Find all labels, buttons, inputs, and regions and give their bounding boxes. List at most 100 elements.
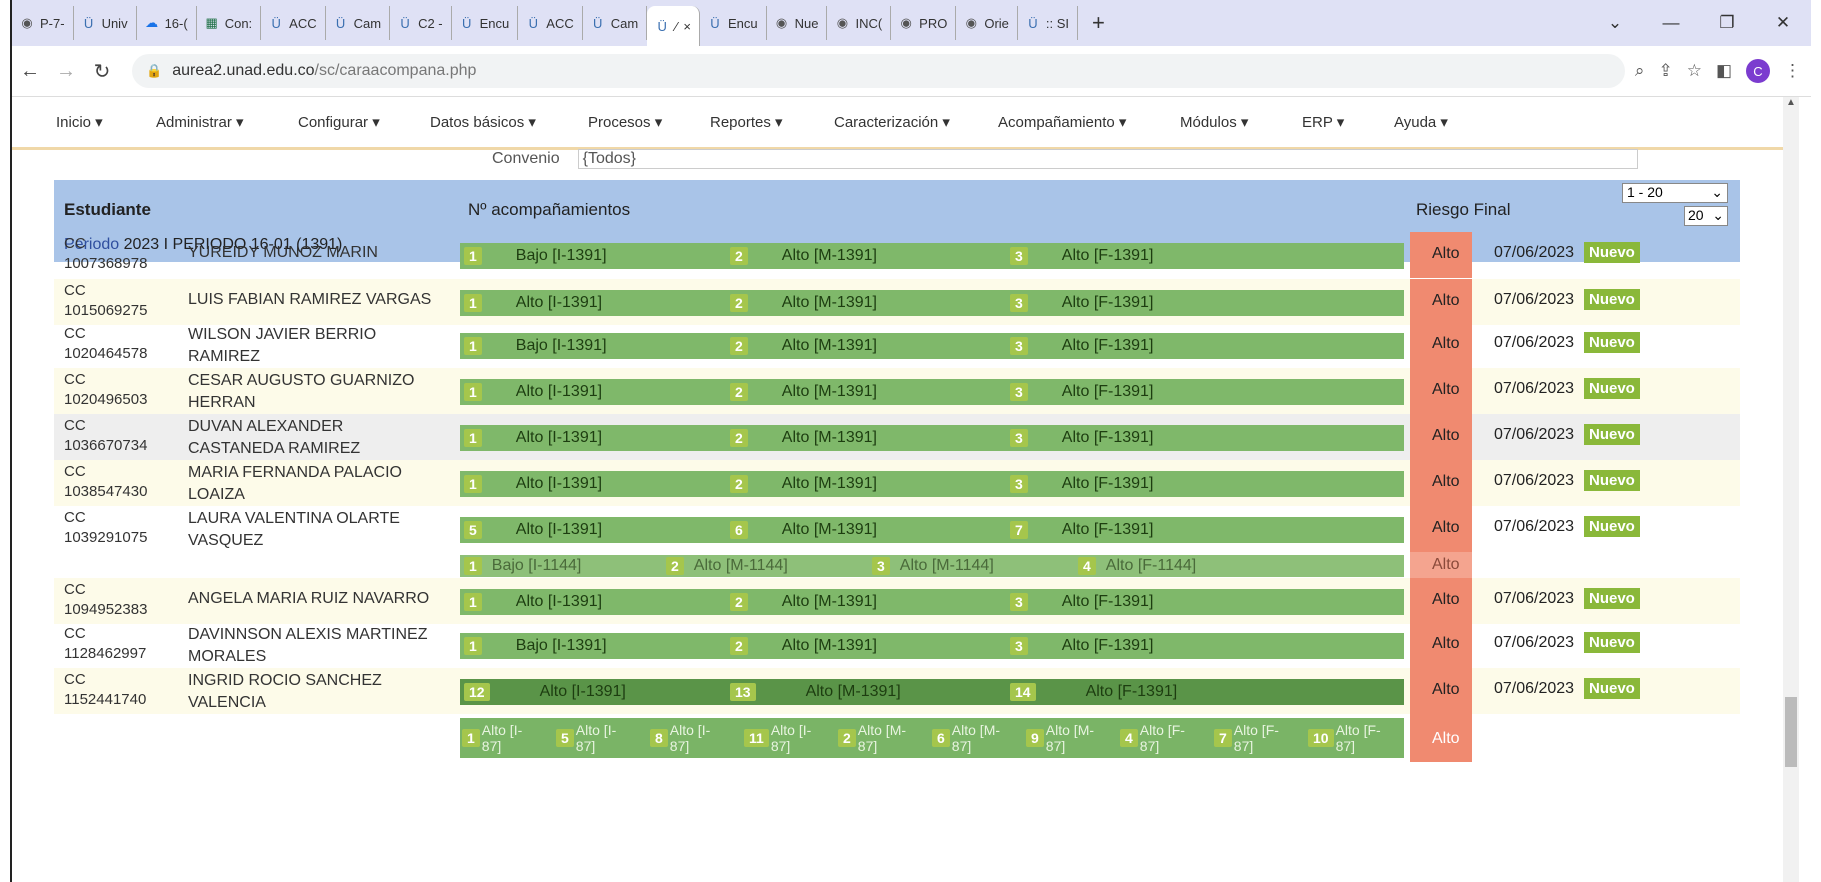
page-range-select[interactable]: 1 - 20 ⌄	[1622, 183, 1728, 203]
student-name[interactable]: DUVAN ALEXANDER CASTANEDA RAMIREZ	[188, 416, 360, 460]
acompanamiento-segment[interactable]: 5 Alto [I-1391]	[464, 521, 602, 539]
student-name[interactable]: INGRID ROCIO SANCHEZ VALENCIA	[188, 670, 382, 714]
acompanamiento-segment[interactable]: 12 Alto [I-1391]	[464, 683, 626, 701]
nuevo-badge[interactable]: Nuevo	[1584, 378, 1640, 399]
acompanamiento-segment[interactable]: 3 Alto [F-1391]	[1010, 429, 1153, 447]
acompanamiento-segment[interactable]: 2 Alto [M-1391]	[730, 593, 877, 611]
url-field[interactable]: 🔒 aurea2.unad.edu.co/sc/caraacompana.php	[132, 54, 1625, 88]
minimize-icon[interactable]: —	[1643, 13, 1699, 33]
acompanamiento-segment[interactable]: 3 Alto [F-1391]	[1010, 383, 1153, 401]
student-name[interactable]: LUIS FABIAN RAMIREZ VARGAS	[188, 289, 431, 311]
browser-tab[interactable]: Ü ACC	[261, 6, 326, 40]
browser-tab[interactable]: Ü Encu	[452, 6, 519, 40]
acompanamiento-segment[interactable]: 2 Alto [M-1391]	[730, 337, 877, 355]
acompanamiento-segment[interactable]: 1 Bajo [I-1391]	[464, 337, 607, 355]
browser-tab[interactable]: Ü Cam	[583, 6, 648, 40]
student-name[interactable]: WILSON JAVIER BERRIO RAMIREZ	[188, 324, 376, 368]
acompanamiento-segment[interactable]: 9 Alto [M- 87]	[1026, 722, 1094, 754]
acompanamiento-segment[interactable]: 1 Alto [I-1391]	[464, 383, 602, 401]
browser-tab[interactable]: Ü Univ	[74, 6, 137, 40]
acompanamiento-segment[interactable]: 1 Alto [I-1391]	[464, 429, 602, 447]
reload-icon[interactable]: ↻	[84, 59, 120, 84]
acompanamiento-segment[interactable]: 1 Alto [I- 87]	[462, 722, 522, 754]
menu-item[interactable]: Datos básicos ▾	[430, 113, 536, 131]
restore-icon[interactable]: ❐	[1699, 13, 1755, 33]
acompanamiento-segment[interactable]: 11 Alto [I- 87]	[744, 722, 811, 754]
acompanamiento-segment[interactable]: 2 Alto [M- 87]	[838, 722, 906, 754]
scroll-up-icon[interactable]: ▲	[1783, 97, 1799, 108]
nuevo-badge[interactable]: Nuevo	[1584, 516, 1640, 537]
browser-tab[interactable]: Ü:: SI	[1018, 6, 1079, 40]
acompanamiento-segment[interactable]: 2 Alto [M-1391]	[730, 383, 877, 401]
acompanamiento-segment[interactable]: 3 Alto [F-1391]	[1010, 475, 1153, 493]
header-estudiante[interactable]: Estudiante	[64, 200, 151, 220]
student-name[interactable]: YUREIDY MUNOZ MARIN	[188, 242, 378, 264]
browser-tab[interactable]: Ü ACC	[518, 6, 583, 40]
side-panel-icon[interactable]: ◧	[1716, 61, 1732, 81]
nuevo-badge[interactable]: Nuevo	[1584, 470, 1640, 491]
nuevo-badge[interactable]: Nuevo	[1584, 332, 1640, 353]
nuevo-badge[interactable]: Nuevo	[1584, 424, 1640, 445]
acompanamiento-segment[interactable]: 2 Alto [M-1391]	[730, 294, 877, 312]
convenio-select[interactable]: {Todos}	[577, 149, 1638, 169]
acompanamiento-segment[interactable]: 1 Alto [I-1391]	[464, 294, 602, 312]
acompanamiento-segment[interactable]: 2 Alto [M-1144]	[666, 557, 788, 575]
nuevo-badge[interactable]: Nuevo	[1584, 588, 1640, 609]
close-window-icon[interactable]: ✕	[1755, 13, 1811, 33]
browser-tab[interactable]: ▦ Con:	[197, 6, 262, 40]
vertical-scrollbar[interactable]: ▲	[1783, 97, 1799, 882]
acompanamiento-segment[interactable]: 1 Alto [I-1391]	[464, 593, 602, 611]
page-size-select[interactable]: 20 ⌄	[1684, 206, 1728, 226]
close-icon[interactable]: ×	[683, 19, 691, 34]
menu-item[interactable]: Módulos ▾	[1180, 113, 1248, 131]
acompanamiento-segment[interactable]: 13 Alto [M-1391]	[730, 683, 901, 701]
browser-tab[interactable]: Ü Cam	[326, 6, 391, 40]
browser-tab[interactable]: ☁ 16-(	[137, 6, 197, 40]
acompanamiento-segment[interactable]: 1 Bajo [I-1391]	[464, 637, 607, 655]
acompanamiento-segment[interactable]: 2 Alto [M-1391]	[730, 475, 877, 493]
acompanamiento-segment[interactable]: 1 Alto [I-1391]	[464, 475, 602, 493]
nuevo-badge[interactable]: Nuevo	[1584, 632, 1640, 653]
nuevo-badge[interactable]: Nuevo	[1584, 242, 1640, 263]
browser-tab[interactable]: ◉ INC(	[827, 6, 892, 40]
acompanamiento-segment[interactable]: 3 Alto [F-1391]	[1010, 247, 1153, 265]
tab-search-icon[interactable]: ⌄	[1587, 13, 1643, 33]
acompanamiento-segment[interactable]: 6 Alto [M- 87]	[932, 722, 1000, 754]
acompanamiento-segment[interactable]: 1 Bajo [I-1391]	[464, 247, 607, 265]
share-icon[interactable]: ⇪	[1658, 61, 1672, 81]
student-name[interactable]: CESAR AUGUSTO GUARNIZO HERRAN	[188, 370, 414, 414]
avatar[interactable]: C	[1746, 59, 1770, 83]
menu-item[interactable]: Administrar ▾	[156, 113, 244, 131]
acompanamiento-segment[interactable]: 4 Alto [F- 87]	[1120, 722, 1185, 754]
browser-tab[interactable]: Ü Encu	[700, 6, 767, 40]
header-riesgo-final[interactable]: Riesgo Final	[1416, 200, 1511, 220]
student-name[interactable]: DAVINNSON ALEXIS MARTINEZ MORALES	[188, 624, 427, 668]
acompanamiento-segment[interactable]: 1 Bajo [I-1144]	[464, 557, 581, 575]
star-icon[interactable]: ☆	[1687, 61, 1702, 81]
browser-tab[interactable]: Ü C2 -	[390, 6, 452, 40]
acompanamiento-segment[interactable]: 6 Alto [M-1391]	[730, 521, 877, 539]
acompanamiento-segment[interactable]: 4 Alto [F-1144]	[1078, 557, 1196, 575]
acompanamiento-segment[interactable]: 10 Alto [F- 87]	[1308, 722, 1381, 754]
acompanamiento-segment[interactable]: 7 Alto [F-1391]	[1010, 521, 1153, 539]
browser-tab[interactable]: ◉ Nue	[767, 6, 828, 40]
menu-item[interactable]: Ayuda ▾	[1394, 113, 1448, 131]
acompanamiento-segment[interactable]: 7 Alto [F- 87]	[1214, 722, 1279, 754]
menu-item[interactable]: Configurar ▾	[298, 113, 380, 131]
scroll-thumb[interactable]	[1785, 697, 1797, 767]
menu-item[interactable]: Reportes ▾	[710, 113, 783, 131]
browser-tab[interactable]: Ü ⁄ ×	[647, 6, 700, 46]
browser-tab[interactable]: ◉ PRO	[891, 6, 957, 40]
nuevo-badge[interactable]: Nuevo	[1584, 678, 1640, 699]
acompanamiento-segment[interactable]: 3 Alto [F-1391]	[1010, 294, 1153, 312]
kebab-menu-icon[interactable]: ⋮	[1784, 61, 1801, 81]
menu-item[interactable]: ERP ▾	[1302, 113, 1344, 131]
nuevo-badge[interactable]: Nuevo	[1584, 289, 1640, 310]
acompanamiento-segment[interactable]: 2 Alto [M-1391]	[730, 429, 877, 447]
menu-item[interactable]: Procesos ▾	[588, 113, 662, 131]
acompanamiento-segment[interactable]: 2 Alto [M-1391]	[730, 637, 877, 655]
student-name[interactable]: ANGELA MARIA RUIZ NAVARRO	[188, 588, 429, 610]
menu-item[interactable]: Inicio ▾	[56, 113, 103, 131]
menu-item[interactable]: Acompañamiento ▾	[998, 113, 1126, 131]
acompanamiento-segment[interactable]: 8 Alto [I- 87]	[650, 722, 710, 754]
